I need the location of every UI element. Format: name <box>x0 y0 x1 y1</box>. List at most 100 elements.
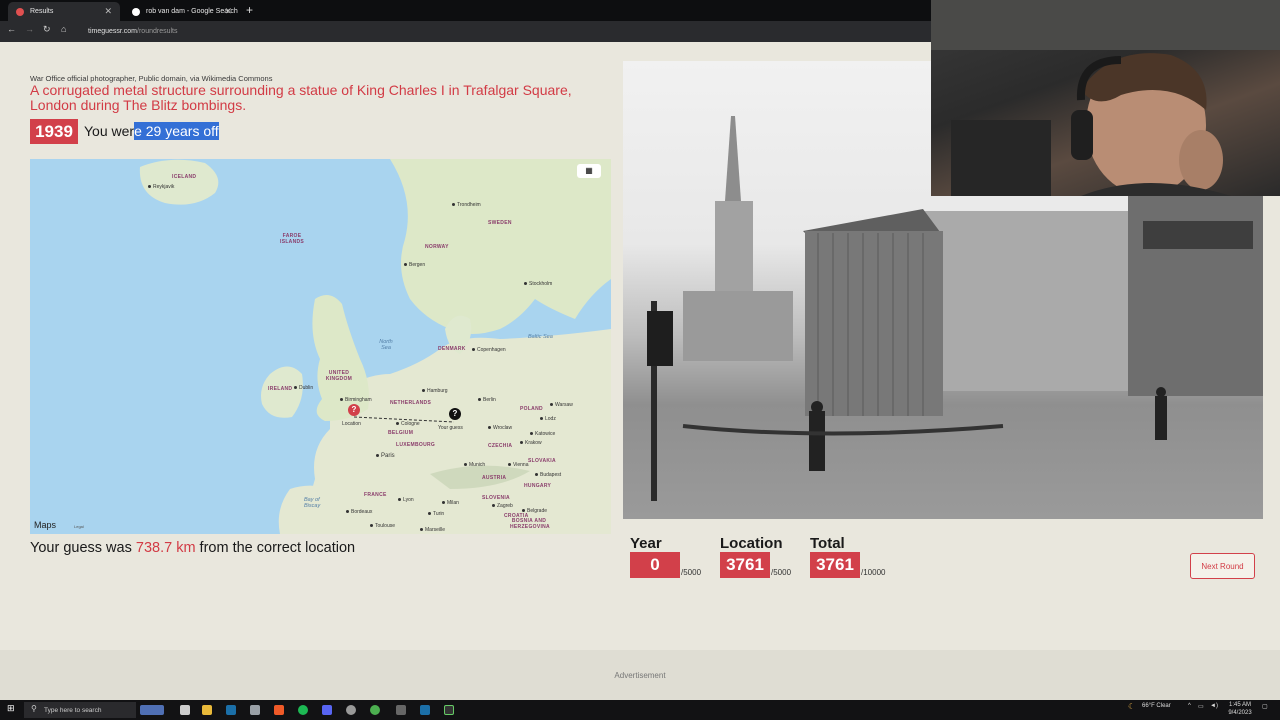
obs-icon[interactable] <box>346 705 356 715</box>
map-label-dublin: Dublin <box>294 385 313 391</box>
map-label-ireland: IRELAND <box>268 386 293 392</box>
result-map[interactable]: ICELAND Reykjavik FAROE ISLANDS NORWAY S… <box>30 159 611 534</box>
map-label-paris: Paris <box>376 453 395 459</box>
chrome-icon[interactable] <box>370 705 380 715</box>
settings-icon[interactable] <box>250 705 260 715</box>
clock-date: 9/4/2023 <box>1228 710 1252 716</box>
tray-chevron-icon[interactable]: ^ <box>1188 703 1191 709</box>
forward-icon[interactable]: → <box>25 24 34 34</box>
years-off-prefix: You wer <box>84 123 135 139</box>
taskbar-search-placeholder: Type here to search <box>44 706 102 714</box>
url-field[interactable]: timeguessr.com/roundresults <box>82 24 932 39</box>
widgets-icon[interactable] <box>140 705 164 715</box>
notifications-icon[interactable]: ▢ <box>1262 703 1268 710</box>
close-tab-icon[interactable]: ✕ <box>224 6 232 17</box>
map-label-lyon: Lyon <box>398 497 414 503</box>
windows-taskbar: ⊞ ⚲ Type here to search ☾ 66°F Clear ^ ▭… <box>0 700 1280 720</box>
guess-distance-text: Your guess was 738.7 km from the correct… <box>30 540 355 556</box>
weather-text[interactable]: 66°F Clear <box>1142 703 1171 709</box>
map-landmass <box>139 159 611 534</box>
map-label-poland: POLAND <box>520 406 543 412</box>
map-label-wroclaw: Wroclaw <box>488 425 512 431</box>
map-label-north-sea: North Sea <box>379 339 393 351</box>
map-label-iceland: ICELAND <box>172 174 197 180</box>
years-off-highlight: e 29 years off <box>134 122 219 140</box>
map-label-zagreb: Zagreb <box>492 503 513 509</box>
guess-pin-icon[interactable]: ? <box>449 408 461 420</box>
map-label-milan: Milan <box>442 500 459 506</box>
correct-year-badge: 1939 <box>30 119 78 144</box>
map-label-lodz: Lodz <box>540 416 556 422</box>
location-score-value: 3761 <box>720 552 770 578</box>
map-label-bordeaux: Bordeaux <box>346 509 372 515</box>
webcam-overlay <box>931 0 1280 196</box>
map-label-slovakia: SLOVAKIA <box>528 458 556 464</box>
next-round-button[interactable]: Next Round <box>1190 553 1255 579</box>
map-label-hungary: HUNGARY <box>524 483 552 489</box>
map-label-birmingham: Birmingham <box>340 397 372 403</box>
years-off-text: You were 29 years off <box>84 122 219 140</box>
reload-icon[interactable]: ↻ <box>43 24 51 35</box>
map-label-munich: Munich <box>464 462 485 468</box>
weather-moon-icon[interactable]: ☾ <box>1128 702 1135 711</box>
steam-icon[interactable] <box>226 705 236 715</box>
location-score-max: /5000 <box>771 568 792 577</box>
map-label-toulouse: Toulouse <box>370 523 395 529</box>
steam-client-icon[interactable] <box>420 705 430 715</box>
clock[interactable]: 1:45 AM 9/4/2023 <box>1226 701 1254 717</box>
total-score-value: 3761 <box>810 552 860 578</box>
tab-results[interactable]: Results ✕ <box>8 2 120 21</box>
spotify-icon[interactable] <box>298 705 308 715</box>
correct-location-pin-icon[interactable]: ? <box>348 404 360 416</box>
map-label-copenhagen: Copenhagen <box>472 347 506 353</box>
url-path: /roundresults <box>137 28 178 35</box>
app-icon[interactable] <box>396 705 406 715</box>
map-label-belgium: BELGIUM <box>388 430 414 436</box>
close-tab-icon[interactable]: ✕ <box>104 6 112 17</box>
map-label-sweden: SWEDEN <box>488 220 512 226</box>
back-icon[interactable]: ← <box>7 24 16 34</box>
discord-icon[interactable] <box>322 705 332 715</box>
terminal-icon[interactable] <box>444 705 454 715</box>
map-label-krakow: Krakow <box>520 440 542 446</box>
google-favicon-icon <box>132 7 140 16</box>
windows-start-icon[interactable]: ⊞ <box>7 703 17 713</box>
file-explorer-icon[interactable] <box>202 705 212 715</box>
map-label-vienna: Vienna <box>508 462 528 468</box>
photo-description: A corrugated metal structure surrounding… <box>30 82 572 113</box>
timeguessr-favicon-icon <box>16 7 24 16</box>
advertisement-label: Advertisement <box>614 671 666 680</box>
map-label-reykjavik: Reykjavik <box>148 184 174 190</box>
clock-time: 1:45 AM <box>1228 702 1251 708</box>
network-icon[interactable]: ▭ <box>1198 703 1204 710</box>
map-label-cologne: Cologne <box>396 421 420 427</box>
map-label-budapest: Budapest <box>535 472 561 478</box>
new-tab-icon[interactable]: + <box>246 3 253 17</box>
map-label-bay-of-biscay: Bay of Biscay <box>304 497 321 509</box>
maps-logo-text: Maps <box>34 520 57 530</box>
map-label-trondheim: Trondheim <box>452 202 481 208</box>
map-label-location: Location <box>342 421 361 427</box>
map-label-bergen: Bergen <box>404 262 425 268</box>
task-view-icon[interactable] <box>180 705 190 715</box>
map-label-norway: NORWAY <box>425 244 449 250</box>
map-label-slovenia: SLOVENIA <box>482 495 510 501</box>
brave-icon[interactable] <box>274 705 284 715</box>
taskbar-search[interactable]: ⚲ Type here to search <box>24 702 136 718</box>
map-type-icon[interactable]: ▦ <box>577 164 601 178</box>
year-score-value: 0 <box>630 552 680 578</box>
map-label-united-kingdom: UNITED KINGDOM <box>325 370 353 382</box>
home-icon[interactable]: ⌂ <box>61 24 66 34</box>
volume-icon[interactable]: ◄) <box>1210 703 1218 709</box>
map-label-france: FRANCE <box>364 492 387 498</box>
tab-google-search[interactable]: rob van dam - Google Search ✕ <box>124 2 240 21</box>
map-label-berlin: Berlin <box>478 397 496 403</box>
guess-distance-km: 738.7 km <box>135 540 196 556</box>
map-label-marseille: Marseille <box>420 527 445 533</box>
search-icon: ⚲ <box>31 704 37 713</box>
map-legal-link[interactable]: Legal <box>74 524 84 529</box>
map-label-denmark: DENMARK <box>438 346 466 352</box>
map-label-netherlands: NETHERLANDS <box>390 400 432 406</box>
guess-suffix: from the correct location <box>195 540 356 556</box>
year-score-max: /5000 <box>681 568 702 577</box>
